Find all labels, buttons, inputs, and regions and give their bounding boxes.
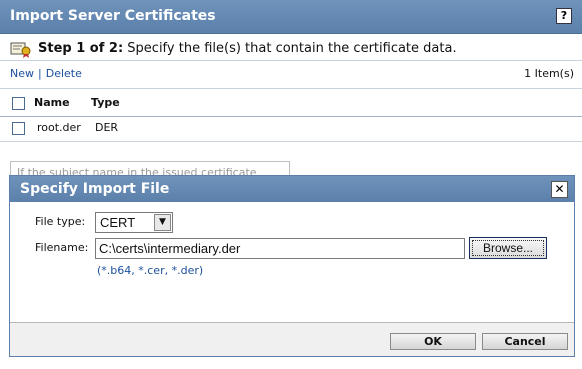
filename-input[interactable]: C:\certs\intermediary.der (95, 238, 465, 259)
dialog-body: File type: CERT ▼ Filename: C:\certs\int… (10, 202, 574, 323)
dialog-titlebar: Specify Import File ✕ (10, 176, 574, 202)
new-link[interactable]: New (10, 67, 34, 80)
divider (0, 116, 582, 117)
close-icon[interactable]: ✕ (551, 181, 568, 198)
cancel-button[interactable]: Cancel (482, 333, 568, 350)
file-type-value: CERT (100, 215, 136, 230)
column-header-name[interactable]: Name (34, 96, 70, 109)
window-title: Import Server Certificates (10, 8, 216, 24)
column-header-type[interactable]: Type (91, 96, 120, 109)
filename-label: Filename: (35, 241, 89, 254)
chevron-down-icon[interactable]: ▼ (154, 214, 171, 231)
import-file-dialog: Specify Import File ✕ File type: CERT ▼ … (9, 175, 575, 357)
filename-value: C:\certs\intermediary.der (99, 241, 241, 256)
ok-button[interactable]: OK (390, 333, 476, 350)
divider (0, 141, 582, 142)
row-checkbox[interactable] (12, 122, 25, 135)
window-titlebar: Import Server Certificates ? (0, 0, 582, 34)
toolbar-separator: | (38, 67, 42, 80)
certificate-icon (10, 42, 31, 58)
list-toolbar: New | Delete (10, 67, 82, 80)
file-type-label: File type: (35, 215, 86, 228)
step-header: Step 1 of 2: Specify the file(s) that co… (10, 38, 575, 60)
step-label: Step 1 of 2: Specify the file(s) that co… (38, 41, 457, 56)
delete-link[interactable]: Delete (46, 67, 82, 80)
step-number: Step 1 of 2: (38, 41, 124, 56)
divider (0, 88, 582, 89)
cell-type: DER (95, 121, 119, 134)
item-count: 1 Item(s) (524, 67, 574, 80)
help-icon[interactable]: ? (556, 8, 572, 24)
extensions-hint: (*.b64, *.cer, *.der) (97, 264, 204, 277)
dialog-title: Specify Import File (20, 181, 170, 197)
browse-button[interactable]: Browse... (469, 237, 547, 259)
file-type-select[interactable]: CERT ▼ (95, 212, 173, 233)
divider (0, 60, 582, 61)
cell-name[interactable]: root.der (37, 121, 81, 134)
select-all-checkbox[interactable] (12, 97, 25, 110)
step-description: Specify the file(s) that contain the cer… (127, 41, 457, 56)
